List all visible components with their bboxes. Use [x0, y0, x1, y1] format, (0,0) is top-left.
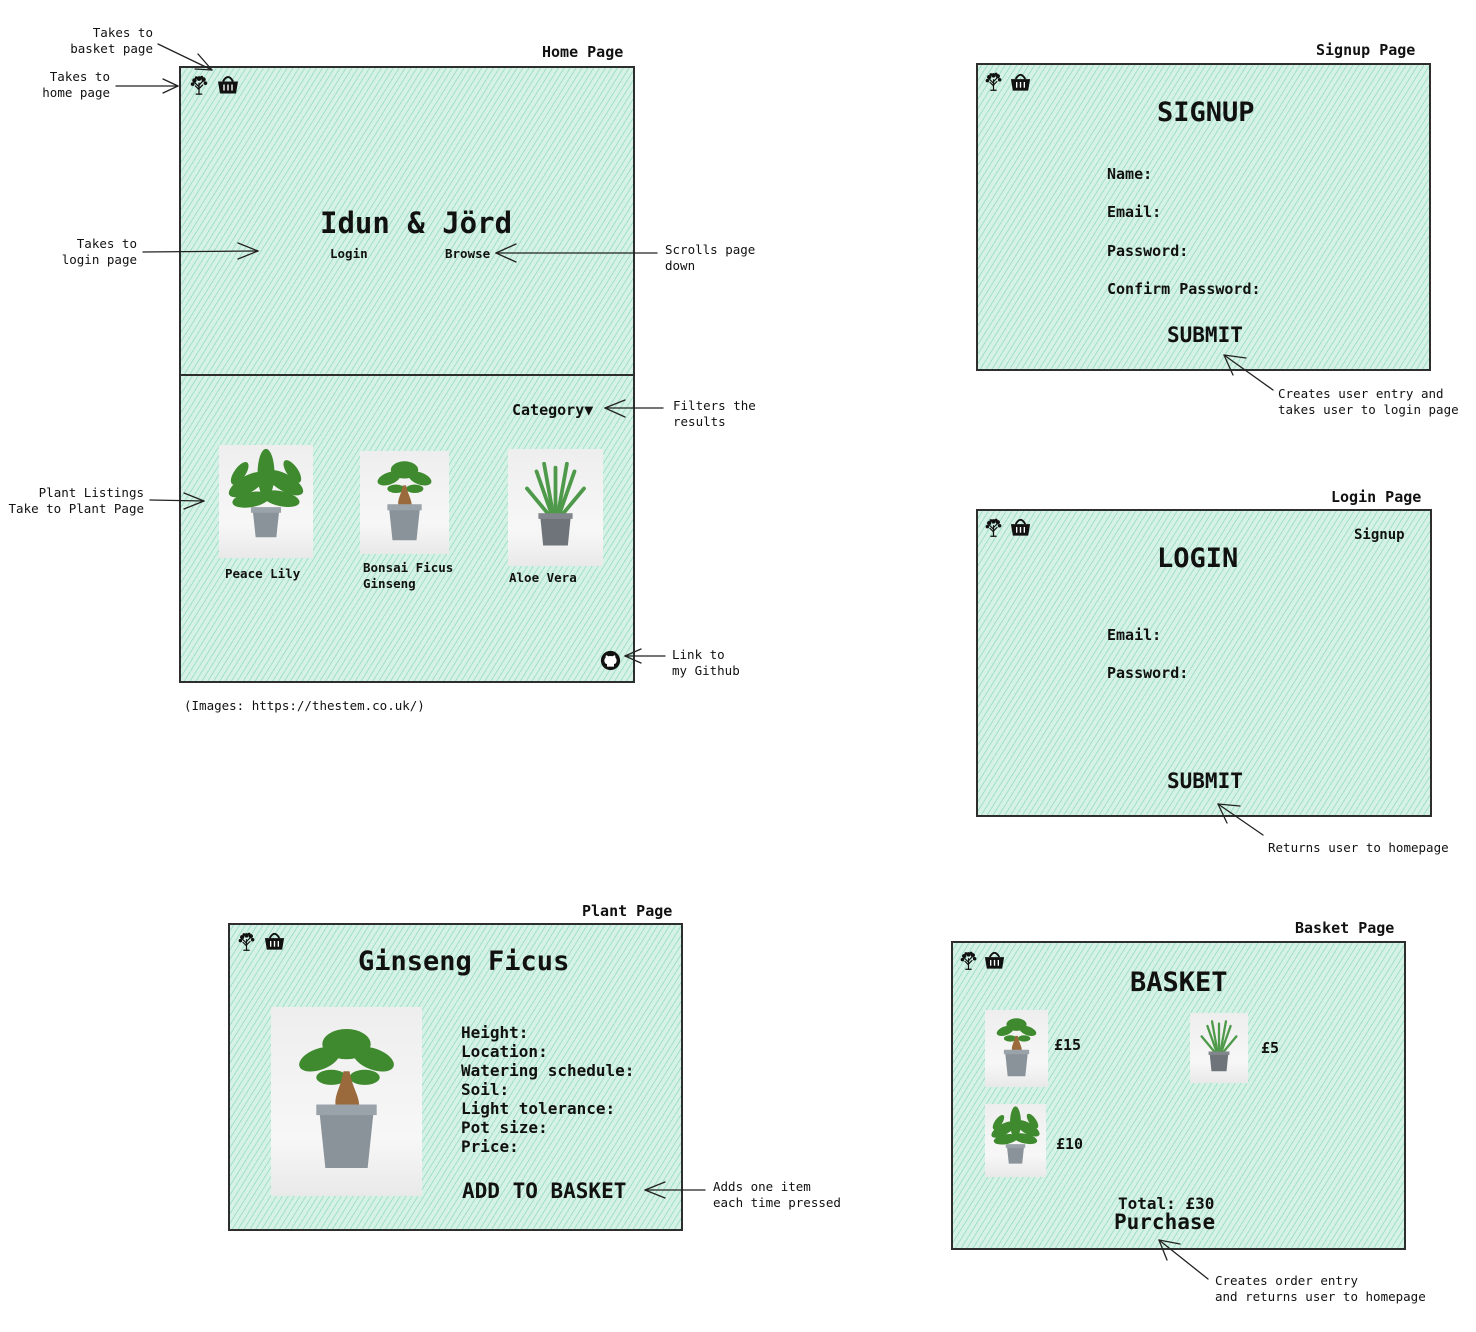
plant-title: Ginseng Ficus [358, 946, 570, 977]
basket-item-image [985, 1010, 1048, 1087]
annotation-login: Takes to login page [61, 236, 137, 267]
plant-page-label: Plant Page [582, 902, 673, 920]
plant-location: Location: [461, 1042, 548, 1061]
basket-icon[interactable] [1009, 69, 1032, 93]
login-submit-button[interactable]: SUBMIT [1167, 769, 1243, 793]
image-credit: (Images: https://thestem.co.uk/) [184, 698, 425, 713]
home-title: Idun & Jörd [320, 206, 513, 240]
category-dropdown[interactable]: Category▼ [512, 401, 593, 419]
annotation-filter: Filters the results [673, 398, 756, 429]
listing-image-peace-lily[interactable] [219, 445, 313, 558]
tree-logo-icon[interactable] [188, 73, 210, 97]
plant-watering: Watering schedule: [461, 1061, 635, 1080]
basket-icon[interactable] [1009, 514, 1032, 538]
listing-image-bonsai-ficus[interactable] [360, 451, 449, 554]
basket-item-image [985, 1104, 1046, 1177]
purchase-button[interactable]: Purchase [1114, 1210, 1215, 1234]
login-signup-link[interactable]: Signup [1354, 527, 1405, 543]
annotation-login-submit: Returns user to homepage [1268, 840, 1449, 855]
annotation-add-basket: Adds one item each time pressed [713, 1179, 841, 1210]
basket-icon[interactable] [983, 947, 1006, 971]
tree-logo-icon[interactable] [983, 70, 1004, 93]
login-page-label: Login Page [1331, 488, 1422, 506]
tree-logo-icon[interactable] [983, 516, 1004, 539]
login-title: LOGIN [1157, 543, 1239, 574]
plant-price: Price: [461, 1137, 519, 1156]
basket-item-image [1190, 1013, 1248, 1083]
annotation-home: Takes to home page [42, 69, 110, 100]
signup-name-field[interactable]: Name: [1107, 165, 1152, 183]
annotation-purchase: Creates order entry and returns user to … [1215, 1273, 1426, 1304]
annotation-scroll: Scrolls page down [665, 242, 756, 273]
plant-soil: Soil: [461, 1080, 510, 1099]
annotation-signup-submit: Creates user entry and takes user to log… [1278, 386, 1459, 417]
plant-light: Light tolerance: [461, 1099, 616, 1118]
listing-image-aloe-vera[interactable] [508, 449, 603, 566]
annotation-github: Link to my Github [672, 647, 740, 678]
login-password-field[interactable]: Password: [1107, 664, 1188, 682]
annotation-basket: Takes to basket page [70, 25, 153, 56]
signup-submit-button[interactable]: SUBMIT [1167, 323, 1243, 347]
plant-image [271, 1007, 422, 1196]
listing-name[interactable]: Aloe Vera [509, 570, 577, 586]
basket-icon[interactable] [263, 928, 286, 952]
listing-name[interactable]: Bonsai Ficus Ginseng [363, 560, 453, 592]
signup-page-label: Signup Page [1316, 41, 1416, 59]
home-login-link[interactable]: Login [330, 246, 368, 262]
tree-logo-icon[interactable] [236, 930, 257, 953]
basket-item-price: £5 [1261, 1039, 1280, 1057]
plant-pot-size: Pot size: [461, 1118, 548, 1137]
plant-height: Height: [461, 1023, 529, 1042]
basket-icon[interactable] [216, 71, 240, 96]
login-email-field[interactable]: Email: [1107, 626, 1161, 644]
signup-confirm-password-field[interactable]: Confirm Password: [1107, 280, 1261, 298]
signup-password-field[interactable]: Password: [1107, 242, 1188, 260]
basket-item-price: £15 [1054, 1036, 1082, 1054]
signup-email-field[interactable]: Email: [1107, 203, 1161, 221]
home-page-label: Home Page [542, 43, 624, 61]
tree-logo-icon[interactable] [958, 949, 979, 972]
arrow-home [115, 78, 179, 94]
listing-name[interactable]: Peace Lily [225, 566, 300, 582]
annotation-listings: Plant Listings Take to Plant Page [8, 485, 144, 516]
basket-title: BASKET [1130, 967, 1228, 998]
github-icon[interactable] [600, 650, 621, 671]
signup-title: SIGNUP [1157, 97, 1255, 128]
basket-item-price: £10 [1056, 1135, 1084, 1153]
basket-page-label: Basket Page [1295, 919, 1395, 937]
add-to-basket-button[interactable]: ADD TO BASKET [462, 1179, 626, 1203]
home-browse-link[interactable]: Browse [445, 246, 490, 262]
